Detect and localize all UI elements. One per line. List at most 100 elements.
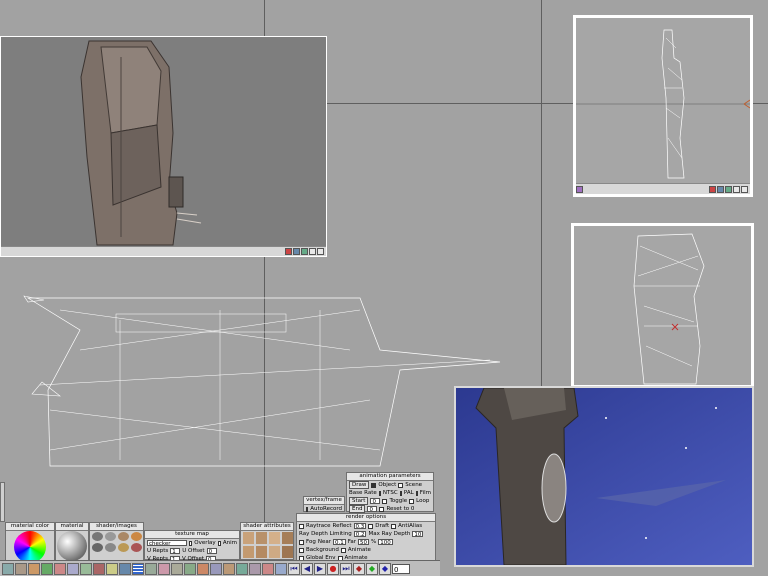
shade-icon[interactable] [301, 248, 308, 255]
tool-icon[interactable] [119, 562, 131, 575]
percent-field[interactable]: 100 [378, 539, 393, 546]
shader-swatch[interactable] [92, 532, 103, 541]
attribute-swatch[interactable] [269, 546, 280, 558]
side-viewport[interactable] [573, 15, 753, 197]
tool-icon[interactable] [28, 562, 40, 575]
tool-icon[interactable] [106, 562, 118, 575]
ntsc-radio[interactable] [378, 490, 381, 496]
close-icon[interactable] [709, 185, 716, 193]
draw-scene-label: Scene [405, 482, 423, 488]
tool-icon[interactable] [93, 562, 105, 575]
attribute-swatch[interactable] [256, 546, 267, 558]
max-ray-depth-field[interactable]: 10 [412, 531, 424, 538]
end-field[interactable]: 0 [367, 506, 378, 513]
tool-icon[interactable] [158, 562, 170, 575]
tool-icon[interactable] [275, 562, 287, 575]
tool-icon[interactable] [41, 562, 53, 575]
shader-swatch[interactable] [92, 543, 103, 552]
pan-icon[interactable] [741, 185, 748, 193]
shader-swatch[interactable] [118, 532, 129, 541]
start-button[interactable]: Start [349, 497, 369, 505]
forward-icon[interactable]: ⏭ [340, 562, 352, 575]
frame-field[interactable]: 0 [392, 563, 410, 574]
antialias-checkbox[interactable] [391, 523, 397, 529]
u-offset-field[interactable]: 0 [206, 548, 217, 555]
shade-icon[interactable] [725, 185, 732, 193]
film-radio[interactable] [415, 490, 418, 496]
bottom-toolbar: ⏮ ◀ ▶ ● ⏭ ◆ ◆ ◆ 0 [0, 560, 440, 576]
raytrace-checkbox[interactable] [299, 523, 304, 529]
attribute-swatch[interactable] [282, 546, 293, 558]
draw-scene-radio[interactable] [398, 482, 404, 488]
front-wireframe [633, 233, 705, 385]
color-wheel[interactable] [14, 531, 46, 563]
u-repts-field[interactable]: 1 [170, 548, 181, 555]
near-field[interactable]: 0.1 [332, 539, 346, 546]
autorecord-checkbox[interactable] [306, 506, 309, 512]
tool-icon[interactable] [223, 562, 235, 575]
tool-icon[interactable] [54, 562, 66, 575]
camera-icon[interactable] [576, 185, 583, 193]
play-icon[interactable]: ▶ [314, 562, 326, 575]
tool-icon[interactable] [262, 562, 274, 575]
draw-button[interactable]: Draw [349, 481, 370, 489]
key-icon[interactable]: ◆ [366, 562, 378, 575]
shader-swatch[interactable] [105, 543, 116, 552]
close-icon[interactable] [285, 248, 292, 255]
far-field[interactable]: 50 [358, 539, 370, 546]
shader-swatch[interactable] [105, 532, 116, 541]
pan-icon[interactable] [317, 248, 324, 255]
stop-icon[interactable]: ● [327, 562, 339, 575]
step-back-icon[interactable]: ◀ [301, 562, 313, 575]
shader-swatch[interactable] [131, 532, 142, 541]
attribute-swatch[interactable] [269, 532, 280, 544]
toggle-checkbox[interactable] [382, 498, 388, 504]
textured-viewport[interactable] [0, 36, 327, 257]
render-preview-window[interactable] [454, 386, 754, 567]
tool-icon[interactable] [210, 562, 222, 575]
raytrace-label: Raytrace [306, 523, 331, 529]
reflect-field[interactable]: 0.3 [353, 523, 367, 530]
tool-icon[interactable] [2, 562, 14, 575]
fog-checkbox[interactable] [299, 539, 304, 545]
tool-icon[interactable] [80, 562, 92, 575]
end-button[interactable]: End [349, 505, 366, 513]
background-animate-checkbox[interactable] [340, 547, 346, 553]
tool-icon[interactable] [15, 562, 27, 575]
overlay-checkbox[interactable] [189, 540, 193, 546]
zoom-icon[interactable] [309, 248, 316, 255]
loop-checkbox[interactable] [409, 498, 415, 504]
reset-checkbox[interactable] [379, 506, 385, 512]
u-repts-label: U Repts [147, 548, 169, 554]
tool-icon[interactable] [249, 562, 261, 575]
grid-icon[interactable] [132, 562, 144, 575]
tool-icon[interactable] [236, 562, 248, 575]
attribute-swatch[interactable] [243, 532, 254, 544]
attribute-swatch[interactable] [243, 546, 254, 558]
key-icon[interactable]: ◆ [379, 562, 391, 575]
key-icon[interactable]: ◆ [353, 562, 365, 575]
texture-name-field[interactable]: checker [147, 540, 187, 547]
tool-icon[interactable] [67, 562, 79, 575]
anim-checkbox[interactable] [217, 540, 221, 546]
background-checkbox[interactable] [299, 547, 304, 553]
tool-icon[interactable] [184, 562, 196, 575]
front-viewport[interactable] [571, 223, 754, 388]
shader-swatch[interactable] [131, 543, 142, 552]
draw-object-radio[interactable] [371, 482, 377, 488]
attribute-swatch[interactable] [256, 532, 267, 544]
tool-icon[interactable] [171, 562, 183, 575]
material-sphere[interactable] [57, 531, 87, 561]
ray-depth-field[interactable]: 0.2 [353, 531, 367, 538]
render-icon[interactable] [293, 248, 300, 255]
zoom-icon[interactable] [733, 185, 740, 193]
draft-checkbox[interactable] [368, 523, 374, 529]
tool-icon[interactable] [197, 562, 209, 575]
shader-swatch[interactable] [118, 543, 129, 552]
attribute-swatch[interactable] [282, 532, 293, 544]
render-icon[interactable] [717, 185, 724, 193]
start-field[interactable]: 0 [370, 498, 381, 505]
pal-radio[interactable] [399, 490, 402, 496]
tool-icon[interactable] [145, 562, 157, 575]
rewind-icon[interactable]: ⏮ [288, 562, 300, 575]
